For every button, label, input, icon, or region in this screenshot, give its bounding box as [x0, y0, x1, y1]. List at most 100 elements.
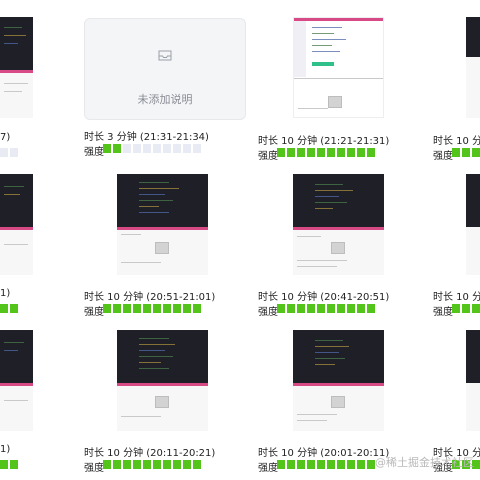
intensity-segment — [337, 460, 345, 469]
intensity-bar — [103, 144, 201, 153]
intensity-segment — [317, 148, 325, 157]
screenshot-thumbnail[interactable] — [466, 17, 480, 118]
intensity-segment — [367, 304, 375, 313]
intensity-segment — [173, 304, 181, 313]
intensity-label: 强度 — [433, 151, 453, 162]
intensity-segment — [452, 304, 460, 313]
intensity-bar — [452, 304, 480, 313]
intensity-segment — [462, 148, 470, 157]
screenshot-thumbnail[interactable] — [293, 174, 384, 275]
intensity-segment — [277, 460, 285, 469]
screenshot-thumbnail[interactable] — [293, 17, 384, 118]
screenshot-thumbnail[interactable] — [293, 330, 384, 431]
intensity-segment — [183, 460, 191, 469]
intensity-label: 强度 — [433, 307, 453, 318]
intensity-segment — [307, 304, 315, 313]
duration-text: 时长 10 分钟 — [433, 292, 480, 303]
intensity-segment — [347, 148, 355, 157]
screenshot-thumbnail[interactable] — [466, 174, 480, 275]
intensity-segment — [153, 304, 161, 313]
intensity-segment — [133, 304, 141, 313]
intensity-segment — [367, 148, 375, 157]
intensity-segment — [0, 460, 8, 469]
intensity-bar — [103, 304, 201, 313]
intensity-segment — [113, 144, 121, 153]
intensity-segment — [357, 304, 365, 313]
intensity-segment — [143, 144, 151, 153]
intensity-segment — [347, 460, 355, 469]
intensity-segment — [287, 304, 295, 313]
screenshot-thumbnail[interactable] — [117, 330, 208, 431]
placeholder-text: 未添加说明 — [137, 93, 193, 106]
intensity-segment — [297, 304, 305, 313]
intensity-bar — [277, 304, 375, 313]
intensity-label: 强度 — [84, 463, 104, 474]
intensity-segment — [163, 304, 171, 313]
intensity-segment — [133, 460, 141, 469]
intensity-segment — [10, 460, 18, 469]
intensity-segment — [10, 148, 18, 157]
screenshot-thumbnail[interactable] — [0, 17, 33, 118]
duration-text: 1) — [0, 444, 11, 455]
intensity-bar — [0, 460, 18, 469]
intensity-segment — [113, 460, 121, 469]
intensity-bar — [277, 460, 375, 469]
duration-text: 时长 10 分钟 (20:01-20:11) — [258, 448, 390, 459]
placeholder-card[interactable]: 未添加说明 — [84, 18, 246, 120]
intensity-segment — [103, 304, 111, 313]
screenshot-thumbnail[interactable] — [0, 174, 33, 275]
duration-text: 时长 10 分钟 (21:21-21:31) — [258, 136, 390, 147]
intensity-segment — [347, 304, 355, 313]
intensity-segment — [163, 144, 171, 153]
intensity-segment — [317, 460, 325, 469]
intensity-segment — [173, 144, 181, 153]
watermark: @稀土掘金技术社区 — [375, 456, 474, 469]
intensity-segment — [113, 304, 121, 313]
intensity-segment — [367, 460, 375, 469]
intensity-segment — [277, 148, 285, 157]
intensity-bar — [452, 148, 480, 157]
intensity-segment — [153, 460, 161, 469]
intensity-segment — [357, 460, 365, 469]
intensity-segment — [357, 148, 365, 157]
intensity-segment — [337, 304, 345, 313]
intensity-segment — [307, 148, 315, 157]
intensity-segment — [472, 148, 480, 157]
intensity-segment — [297, 148, 305, 157]
screenshot-thumbnail[interactable] — [0, 330, 33, 431]
intensity-segment — [173, 460, 181, 469]
intensity-segment — [327, 148, 335, 157]
intensity-segment — [183, 144, 191, 153]
intensity-bar — [103, 460, 201, 469]
intensity-label: 强度 — [258, 151, 278, 162]
intensity-segment — [123, 144, 131, 153]
intensity-segment — [143, 460, 151, 469]
intensity-label: 强度 — [84, 307, 104, 318]
duration-text: 时长 10 分钟 (20:51-21:01) — [84, 292, 216, 303]
intensity-segment — [337, 148, 345, 157]
intensity-segment — [307, 460, 315, 469]
intensity-segment — [317, 304, 325, 313]
duration-text: 时长 10 分钟 — [433, 136, 480, 147]
screenshot-thumbnail[interactable] — [117, 174, 208, 275]
intensity-segment — [133, 144, 141, 153]
intensity-segment — [123, 304, 131, 313]
intensity-segment — [123, 460, 131, 469]
intensity-segment — [143, 304, 151, 313]
intensity-bar — [277, 148, 375, 157]
intensity-segment — [153, 144, 161, 153]
intensity-segment — [10, 304, 18, 313]
intensity-segment — [327, 304, 335, 313]
intensity-segment — [193, 304, 201, 313]
intensity-segment — [163, 460, 171, 469]
intensity-segment — [462, 304, 470, 313]
intensity-segment — [452, 148, 460, 157]
intensity-segment — [103, 460, 111, 469]
screenshot-thumbnail[interactable] — [466, 330, 480, 431]
intensity-label: 强度 — [258, 307, 278, 318]
intensity-segment — [297, 460, 305, 469]
duration-text: 1) — [0, 288, 11, 299]
duration-text: 7) — [0, 132, 11, 143]
intensity-segment — [0, 148, 8, 157]
intensity-segment — [287, 148, 295, 157]
